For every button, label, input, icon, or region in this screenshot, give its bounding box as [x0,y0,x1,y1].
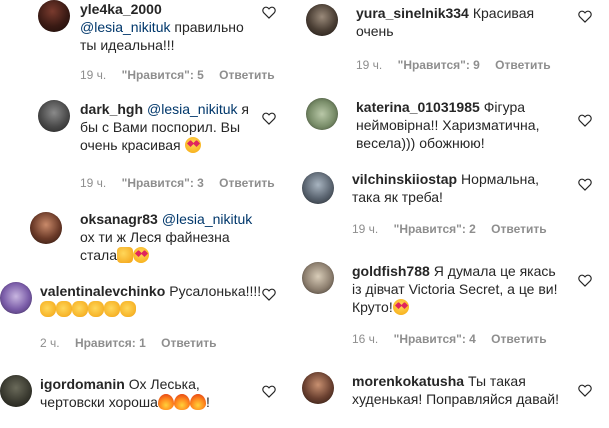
heart-eyes-emoji-icon [184,137,201,153]
comment-text-suffix: ! [205,394,210,410]
comment-username[interactable]: valentinalevchinko [40,283,165,299]
comment-mention[interactable]: @lesia_nikituk [80,19,170,35]
comment-likes[interactable]: "Нравится": 2 [394,222,476,236]
comments-column-left: yle4ka_2000 @lesia_nikituk правильно ты … [0,0,292,428]
clapping-emoji-icon [120,301,136,317]
comment-text: Русалонька!!!! [169,283,262,299]
reply-button[interactable]: Ответить [161,336,216,350]
comment-likes[interactable]: Нравится: 1 [75,336,146,350]
comment-item: oksanagr83 @lesia_nikituk ох ти ж Леся фа… [0,210,292,270]
comments-column-right: yura_sinelnik334 Красивая очень 19 ч. "Нр… [292,0,609,428]
reply-button[interactable]: Ответить [491,332,546,346]
comment-time[interactable]: 19 ч. [356,58,382,72]
comment-text: ох ти ж Леся файнезна стала [80,229,230,263]
avatar[interactable] [30,212,62,244]
like-heart-icon[interactable] [262,112,276,125]
comment-username[interactable]: vilchinskiiostap [352,171,457,187]
reply-button[interactable]: Ответить [491,222,546,236]
comment-likes[interactable]: "Нравится": 9 [398,58,480,72]
comment-time[interactable]: 19 ч. [352,222,378,236]
comment-item: igordomanin Ох Леська, чертовски хороша! [0,375,292,428]
comment-username[interactable]: morenkokatusha [352,373,464,389]
comment-likes[interactable]: "Нравится": 4 [394,332,476,346]
clapping-emoji-icon [40,301,56,317]
clapping-emoji-icon [104,301,120,317]
comment-username[interactable]: dark_hgh [80,101,143,117]
comment-likes[interactable]: "Нравится": 5 [122,68,204,82]
avatar[interactable] [38,0,70,32]
comment-item: yura_sinelnik334 Красивая очень 19 ч. "Нр… [292,0,609,80]
comment-item: dark_hgh @lesia_nikituk я бы с Вами поспо… [0,100,292,192]
like-heart-icon[interactable] [578,114,592,127]
comment-item: valentinalevchinko Русалонька!!!! 2 ч. Нр… [0,282,292,352]
like-heart-icon[interactable] [262,385,276,398]
comment-mention[interactable]: @lesia_nikituk [162,211,252,227]
like-heart-icon[interactable] [578,274,592,287]
like-heart-icon[interactable] [262,6,276,19]
comment-mention[interactable]: @lesia_nikituk [147,101,237,117]
heart-eyes-emoji-icon [133,247,149,263]
avatar[interactable] [302,372,334,404]
like-heart-icon[interactable] [578,10,592,23]
comment-username[interactable]: katerina_01031985 [356,99,480,115]
comment-item: goldfish788 Я думала це якась із дівчат V… [292,262,609,354]
fire-emoji-icon [189,394,206,410]
avatar[interactable] [302,172,334,204]
reply-button[interactable]: Ответить [219,68,274,82]
comment-item: morenkokatusha Ты такая худенькая! Поправ… [292,372,609,428]
like-heart-icon[interactable] [578,178,592,191]
like-heart-icon[interactable] [262,288,276,301]
fire-emoji-icon [173,394,190,410]
fire-emoji-icon [157,394,174,410]
avatar[interactable] [306,4,338,36]
avatar[interactable] [302,262,334,294]
comment-username[interactable]: oksanagr83 [80,211,158,227]
comment-time[interactable]: 16 ч. [352,332,378,346]
comment-item: yle4ka_2000 @lesia_nikituk правильно ты … [0,0,292,90]
comment-time[interactable]: 19 ч. [80,68,106,82]
thumbs-up-emoji-icon [117,247,133,263]
comment-item: katerina_01031985 Фігура неймовірна!! Хар… [292,98,609,162]
comment-time[interactable]: 19 ч. [80,176,106,190]
like-heart-icon[interactable] [578,384,592,397]
avatar[interactable] [0,282,32,314]
clapping-emoji-icon [88,301,104,317]
comment-username[interactable]: yle4ka_2000 [80,1,162,17]
comment-username[interactable]: goldfish788 [352,263,430,279]
reply-button[interactable]: Ответить [219,176,274,190]
avatar[interactable] [0,375,32,407]
comment-username[interactable]: yura_sinelnik334 [356,5,469,21]
reply-button[interactable]: Ответить [495,58,550,72]
comment-time[interactable]: 2 ч. [40,336,60,350]
avatar[interactable] [306,98,338,130]
comment-likes[interactable]: "Нравится": 3 [122,176,204,190]
heart-eyes-emoji-icon [392,299,409,315]
comment-username[interactable]: igordomanin [40,376,125,392]
comment-item: vilchinskiiostap Нормальна, така як треба… [292,170,609,242]
clapping-emoji-icon [56,301,72,317]
clapping-emoji-icon [72,301,88,317]
avatar[interactable] [38,100,70,132]
